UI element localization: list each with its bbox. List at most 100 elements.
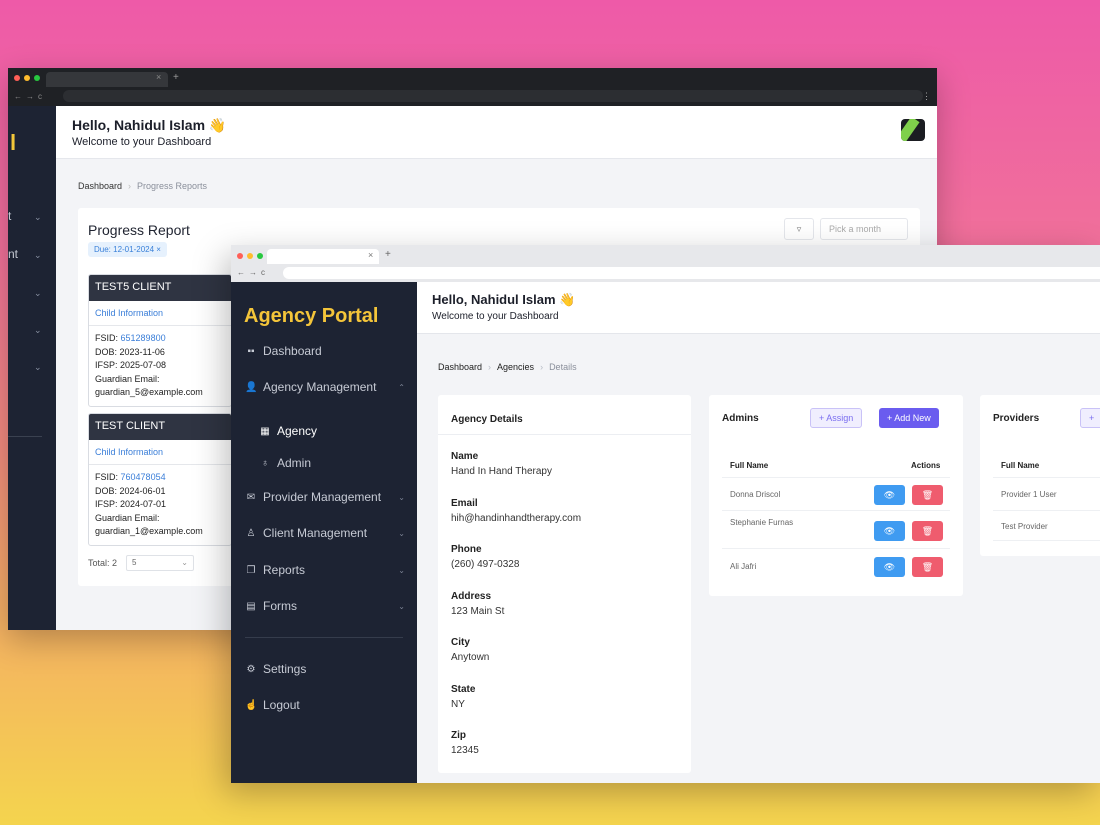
chevron-down-icon: ⌄ (34, 250, 42, 260)
gear-icon: ⚙ (246, 663, 256, 675)
browser-chrome: × + ←→c ⋮ (8, 68, 937, 106)
card-title: Admins (722, 413, 759, 424)
new-tab-icon[interactable]: + (173, 72, 179, 83)
fsid-link[interactable]: 760478054 (121, 472, 166, 482)
card-title: Providers (993, 413, 1040, 424)
field-name: Name Hand In Hand Therapy (451, 451, 552, 477)
sidebar-divider (8, 436, 42, 437)
filter-icon[interactable]: ▿ (784, 218, 814, 240)
sidebar-fragment[interactable]: nt (8, 247, 18, 261)
sidebar: Agency Portal ▪▪ Dashboard 👤 Agency Manage… (231, 282, 417, 783)
child-information-link[interactable]: Child Information (89, 440, 231, 465)
column-header-actions: Actions (911, 461, 941, 470)
sidebar-item-agency[interactable]: ▦ Agency (259, 424, 317, 438)
sidebar-item-agency-management[interactable]: 👤 Agency Management ⌃ (245, 380, 405, 394)
chevron-down-icon: ⌄ (34, 288, 42, 298)
trash-icon[interactable]: 🗑 (912, 557, 943, 577)
welcome-text: Welcome to your Dashboard (72, 136, 212, 148)
breadcrumb-dashboard[interactable]: Dashboard (78, 181, 122, 191)
add-new-button[interactable]: + Add New (879, 408, 939, 428)
browser-nav-icons[interactable]: ←→c (14, 92, 46, 101)
sidebar-item-provider-management[interactable]: ✉ Provider Management ⌄ (245, 490, 405, 504)
client-name: TEST5 CLIENT (89, 275, 231, 301)
sidebar-item-dashboard[interactable]: ▪▪ Dashboard (245, 344, 405, 358)
field-state: State NY (451, 684, 476, 710)
front-browser-window: × + ←→c Agency Portal ▪▪ Dashboard 👤 Agenc… (231, 245, 1100, 783)
child-information-link[interactable]: Child Information (89, 301, 231, 326)
field-zip: Zip 12345 (451, 730, 479, 756)
month-picker[interactable]: Pick a month (820, 218, 908, 240)
chevron-up-icon: ⌃ (398, 382, 405, 392)
guardian-email: guardian_5@example.com (95, 387, 203, 397)
assign-button[interactable]: + (1080, 408, 1100, 428)
trash-icon[interactable]: 🗑 (912, 521, 943, 541)
browser-tab[interactable] (46, 72, 168, 87)
breadcrumb: Dashboard › Agencies › Details (438, 362, 577, 372)
eye-icon[interactable]: 👁 (874, 485, 905, 505)
admin-name: Stephanie Furnas (730, 518, 794, 527)
sidebar-item-logout[interactable]: ☝ Logout (245, 698, 405, 712)
chevron-down-icon: ⌄ (34, 212, 42, 222)
address-bar[interactable] (63, 90, 923, 102)
back-sidebar: l t ⌄ nt ⌄ ⌄ ⌄ ⌄ (8, 106, 56, 630)
breadcrumb-dashboard[interactable]: Dashboard (438, 362, 482, 372)
minimize-window-dot[interactable] (247, 253, 253, 259)
breadcrumb: Dashboard › Progress Reports (78, 181, 208, 191)
address-bar[interactable] (283, 267, 1100, 279)
close-tab-icon[interactable]: × (368, 250, 373, 260)
welcome-text: Welcome to your Dashboard (432, 311, 559, 322)
page-size-select[interactable]: 5 ⌄ (126, 555, 194, 571)
user-icon: ♙ (246, 527, 256, 539)
sidebar-fragment[interactable]: t (8, 209, 11, 223)
chevron-down-icon: ⌄ (398, 528, 405, 538)
eye-icon[interactable]: 👁 (874, 521, 905, 541)
user-icon: 👤 (245, 381, 258, 393)
close-window-dot[interactable] (14, 75, 20, 81)
logo-fragment: l (10, 130, 17, 155)
chevron-down-icon: ⌄ (34, 362, 42, 372)
due-date-filter-chip[interactable]: Due: 12-01-2024 × (88, 242, 167, 257)
header: Hello, Nahidul Islam 👋 Welcome to your D… (56, 106, 937, 159)
providers-card: Providers + Full Name Provider 1 User Te… (980, 395, 1100, 556)
mail-icon: ✉ (246, 491, 256, 503)
header: Hello, Nahidul Islam 👋 Welcome to your D… (417, 282, 1100, 334)
field-address: Address 123 Main St (451, 591, 505, 617)
sidebar-item-reports[interactable]: ❐ Reports ⌄ (245, 563, 405, 577)
reports-icon: ❐ (246, 564, 256, 576)
browser-tab[interactable] (267, 249, 379, 264)
sidebar-item-client-management[interactable]: ♙ Client Management ⌄ (245, 526, 405, 540)
total-count: Total: 2 (88, 558, 118, 568)
fsid-link[interactable]: 651289800 (121, 333, 166, 343)
close-window-dot[interactable] (237, 253, 243, 259)
sidebar-item-forms[interactable]: ▤ Forms ⌄ (245, 599, 405, 613)
eye-icon[interactable]: 👁 (874, 557, 905, 577)
browser-menu-icon[interactable]: ⋮ (922, 91, 931, 102)
close-tab-icon[interactable]: × (156, 72, 161, 82)
provider-name: Provider 1 User (1001, 490, 1057, 499)
chevron-down-icon: ⌄ (181, 558, 188, 567)
guardian-email: guardian_1@example.com (95, 526, 203, 536)
client-name: TEST CLIENT (89, 414, 231, 440)
dob: DOB: 2023-11-06 (95, 346, 165, 357)
ifsp: IFSP: 2024-07-01 (95, 499, 167, 509)
logout-icon: ☝ (245, 699, 258, 711)
agency-details-card: Agency Details Name Hand In Hand Therapy … (438, 395, 691, 773)
browser-nav-icons[interactable]: ←→c (237, 268, 269, 277)
sidebar-divider (245, 637, 403, 638)
chevron-down-icon: ⌄ (398, 565, 405, 575)
new-tab-icon[interactable]: + (385, 249, 391, 260)
admins-card: Admins + Assign + Add New Full Name Acti… (709, 395, 963, 596)
browser-chrome: × + ←→c (231, 245, 1100, 282)
minimize-window-dot[interactable] (24, 75, 30, 81)
sidebar-item-settings[interactable]: ⚙ Settings (245, 662, 405, 676)
breadcrumb-agencies[interactable]: Agencies (497, 362, 534, 372)
brand-logo-icon (901, 119, 925, 141)
maximize-window-dot[interactable] (34, 75, 40, 81)
maximize-window-dot[interactable] (257, 253, 263, 259)
client-card[interactable]: TEST5 CLIENT Child Information FSID: 651… (88, 274, 232, 407)
chevron-down-icon: ⌄ (34, 325, 42, 335)
assign-button[interactable]: + Assign (810, 408, 863, 428)
trash-icon[interactable]: 🗑 (912, 485, 943, 505)
sidebar-item-admin[interactable]: ♁ Admin (259, 456, 311, 470)
client-card[interactable]: TEST CLIENT Child Information FSID: 7604… (88, 413, 232, 546)
